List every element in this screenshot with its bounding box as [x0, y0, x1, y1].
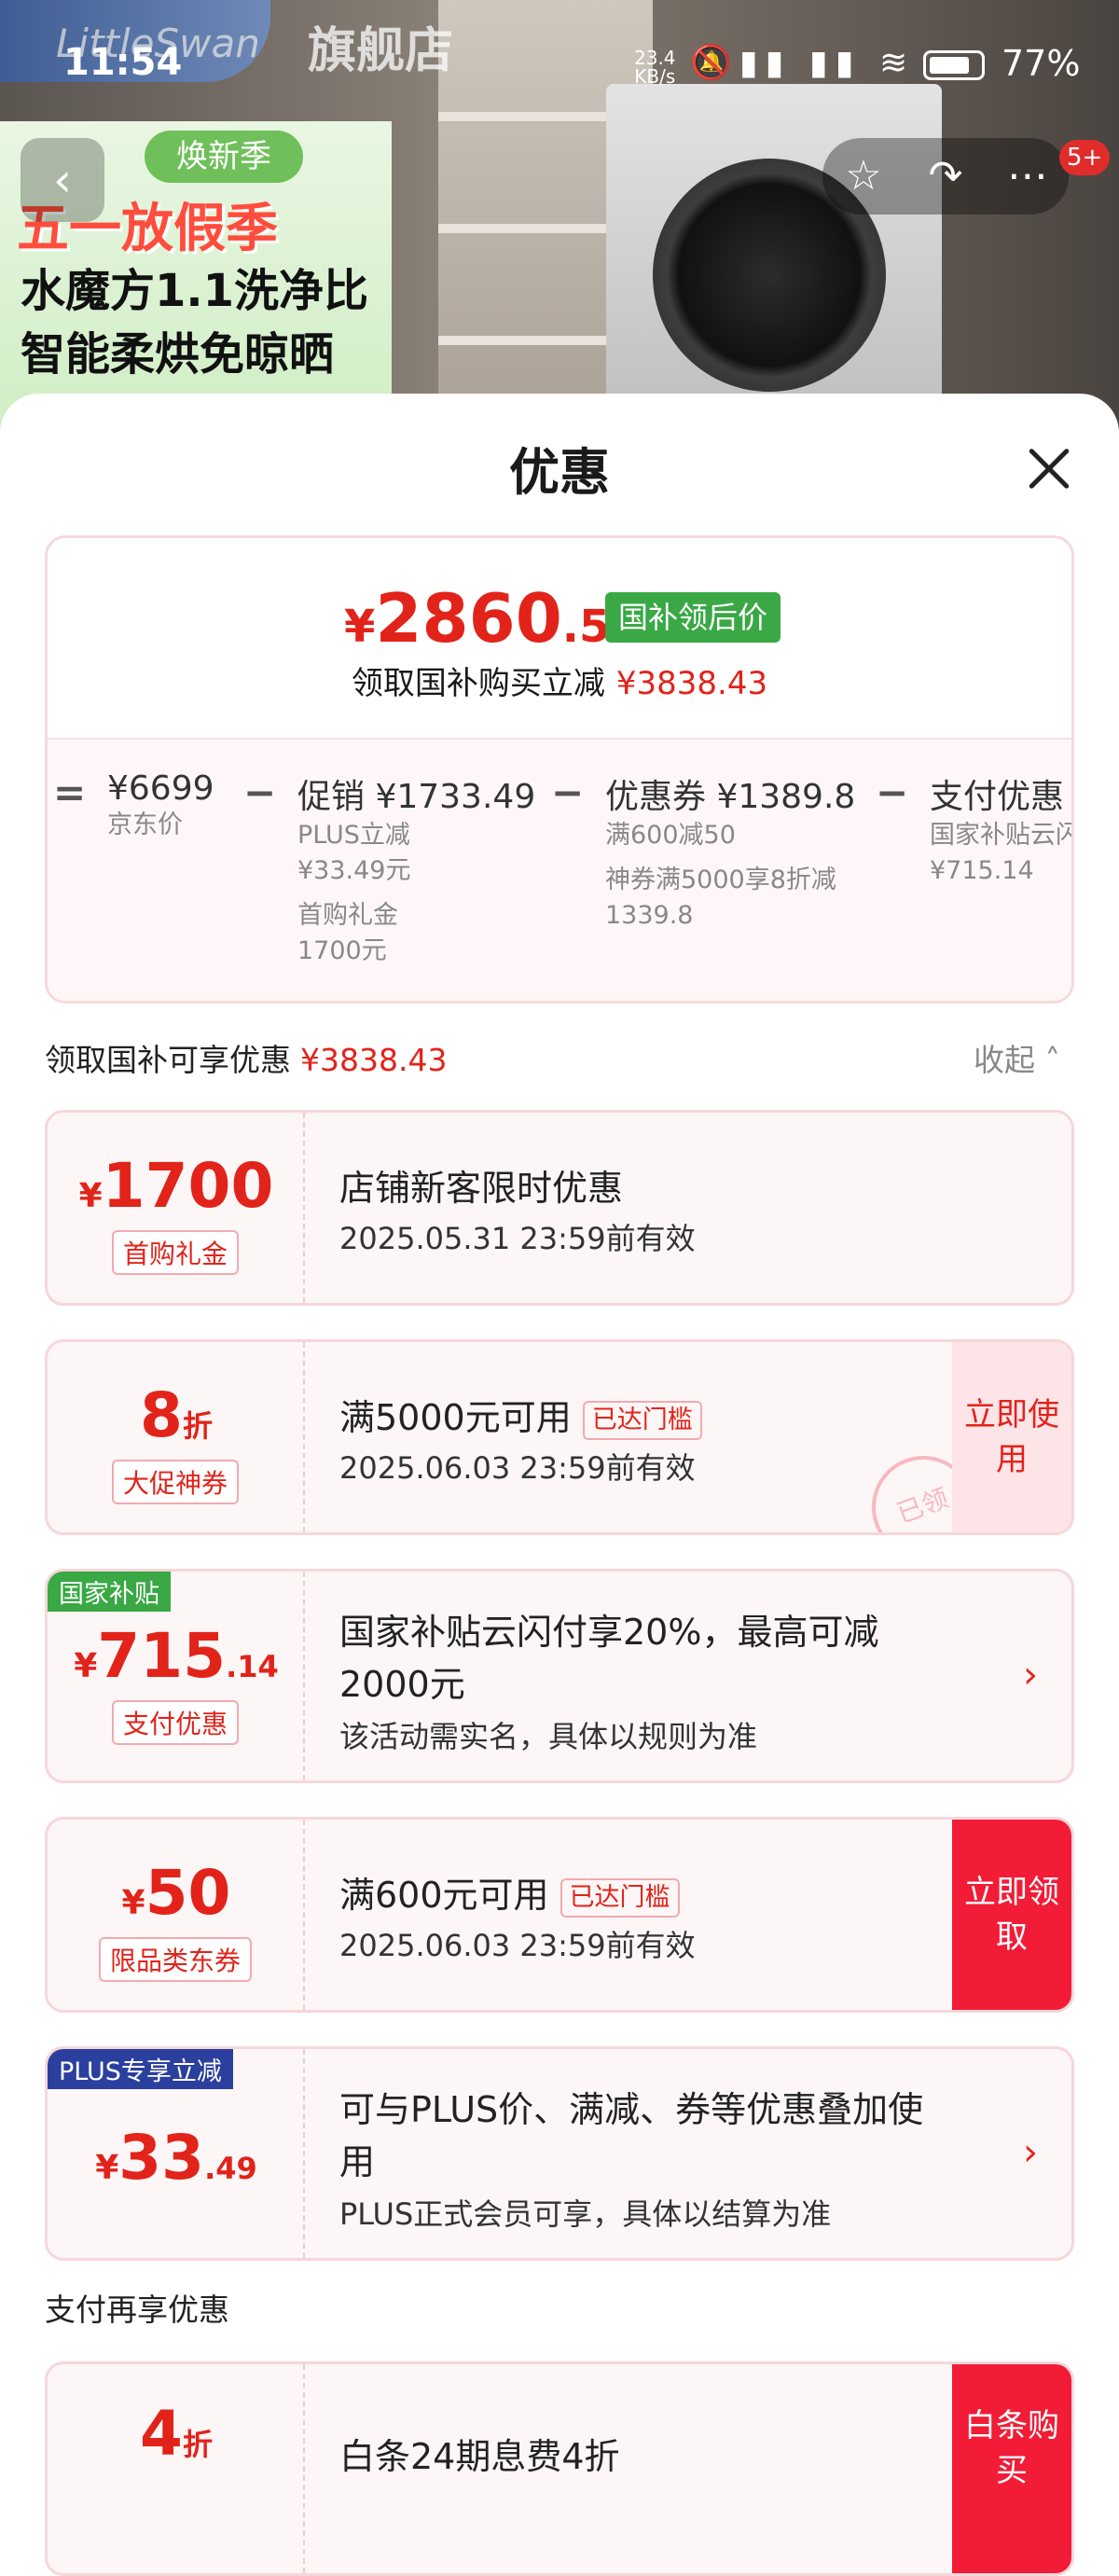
coupon-value: ¥33.49: [95, 2122, 257, 2194]
calc-op: −: [243, 769, 277, 815]
calc-item-coupon: 优惠券 ¥1389.8 满600减50 神券满5000享8折减 1339.8: [605, 778, 856, 930]
coupon-title-line2: 用: [339, 2141, 376, 2182]
coupon-type: 大促神券: [111, 1460, 240, 1504]
coupon-value: 4折: [140, 2398, 213, 2470]
coupon-value-area: ¥50 限品类东券: [48, 1820, 305, 2010]
battery-percent: 77%: [1002, 43, 1081, 84]
section-gov-subsidy: 领取国补可享优惠 ¥3838.43: [45, 1042, 448, 1078]
battery-icon: [923, 50, 985, 80]
close-icon[interactable]: [1016, 436, 1082, 502]
coupon-value-area: 8折 大促神券: [48, 1342, 305, 1532]
coupon-type: 支付优惠: [111, 1700, 240, 1745]
chevron-right-icon[interactable]: ›: [1023, 1654, 1038, 1697]
banner-line-1: 水魔方1.1洗净比: [21, 265, 369, 317]
coupon-value-area: 4折: [48, 2364, 305, 2573]
price-calculation: = ¥6699 京东价 − 促销 ¥1733.49 PLUS立减 ¥33.49元…: [48, 769, 1074, 993]
banner-line-2: 智能柔烘免晾晒: [21, 328, 335, 381]
signal-icons: 🔕▮▮ ▮▮ ≋: [690, 44, 916, 82]
discount-sheet: 优惠 ¥2860.57 国补领后价 领取国补购买立减 ¥3838.43 = ¥66…: [0, 394, 1119, 2576]
coupon-value-area: ¥1700 首购礼金: [48, 1113, 305, 1303]
nav-actions: ☆ ↷ ⋯: [822, 138, 1069, 215]
coupon-expiry: 2025.06.03 23:59前有效: [339, 1928, 696, 1963]
status-bar: 11:54 23.4 KB/s 🔕▮▮ ▮▮ ≋ 77%: [0, 0, 1119, 131]
chevron-left-icon: ‹: [53, 153, 72, 207]
calc-item-payment: 支付优惠 ¥ 国家补贴云闪 ¥715.14: [930, 778, 1074, 885]
final-price: ¥2860.57: [344, 579, 642, 658]
coupon-card-first-purchase[interactable]: ¥1700 首购礼金 店铺新客限时优惠 2025.05.31 23:59前有效: [45, 1110, 1074, 1306]
section-pay-extra: 支付再享优惠: [45, 2292, 229, 2328]
chevron-up-icon: ˄: [1044, 1042, 1061, 1078]
collapse-button[interactable]: 收起 ˄: [974, 1035, 1060, 1080]
coupon-title: 可与PLUS价、满减、券等优惠叠加使: [339, 2089, 924, 2130]
coupon-value: ¥1700: [78, 1150, 274, 1222]
summary-calc-area: = ¥6699 京东价 − 促销 ¥1733.49 PLUS立减 ¥33.49元…: [48, 738, 1074, 1001]
coupon-card-baitiao[interactable]: 4折 白条24期息费4折 白条购买: [45, 2361, 1074, 2576]
chevron-right-icon[interactable]: ›: [1023, 2131, 1038, 2174]
coupon-value: 8折: [140, 1379, 213, 1451]
calc-op: =: [53, 769, 87, 815]
calc-item-promotion: 促销 ¥1733.49 PLUS立减 ¥33.49元 首购礼金 1700元: [297, 778, 536, 965]
price-summary-card: ¥2860.57 国补领后价 领取国补购买立减 ¥3838.43 = ¥6699 …: [45, 535, 1074, 1004]
more-icon[interactable]: ⋯: [987, 138, 1069, 215]
coupon-type: 限品类东券: [98, 1937, 253, 1982]
claim-now-button[interactable]: 立即领取: [952, 1820, 1071, 2010]
coupon-title-line2: 2000元: [339, 1664, 465, 1705]
coupon-card-plus[interactable]: PLUS专享立减 ¥33.49 可与PLUS价、满减、券等优惠叠加使 用 PLU…: [45, 2046, 1074, 2261]
back-button[interactable]: ‹: [21, 138, 104, 222]
baitiao-buy-button[interactable]: 白条购买: [952, 2364, 1071, 2573]
price-tag: 国补领后价: [605, 592, 781, 643]
message-badge: 5+: [1059, 140, 1111, 175]
net-speed: 23.4 KB/s: [634, 47, 676, 88]
coupon-card-discount[interactable]: 8折 大促神券 满5000元可用 已达门槛 2025.06.03 23:59前有效…: [45, 1339, 1074, 1535]
coupon-note: 该活动需实名，具体以规则为准: [339, 1719, 758, 1754]
share-icon[interactable]: ↷: [905, 138, 987, 215]
banner-tag: 焕新季: [145, 131, 303, 183]
coupon-note: PLUS正式会员可享，具体以结算为准: [339, 2196, 832, 2232]
coupon-title: 店铺新客限时优惠: [339, 1168, 624, 1209]
coupon-card-gov-subsidy[interactable]: 国家补贴 ¥715.14 支付优惠 国家补贴云闪付享20%，最高可减 2000元…: [45, 1569, 1074, 1783]
favorite-star-icon[interactable]: ☆: [822, 138, 905, 215]
coupon-title: 满600元可用 已达门槛: [339, 1866, 680, 1918]
coupon-value-area: ¥33.49: [48, 2049, 305, 2258]
calc-op: −: [551, 769, 585, 815]
coupon-title: 国家补贴云闪付享20%，最高可减: [339, 1612, 879, 1653]
sheet-title: 优惠: [509, 443, 610, 502]
coupon-card-category[interactable]: ¥50 限品类东券 满600元可用 已达门槛 2025.06.03 23:59前有…: [45, 1817, 1074, 2013]
coupon-title: 白条24期息费4折: [339, 2436, 620, 2477]
threshold-tag: 已达门槛: [582, 1400, 702, 1440]
coupon-value: ¥715.14: [74, 1620, 279, 1692]
calc-op: −: [876, 769, 909, 815]
use-now-button[interactable]: 立即使用: [952, 1342, 1071, 1532]
threshold-tag: 已达门槛: [560, 1877, 680, 1918]
coupon-value: ¥50: [121, 1857, 231, 1929]
save-line: 领取国补购买立减 ¥3838.43: [351, 665, 768, 702]
coupon-type: 首购礼金: [111, 1230, 240, 1275]
summary-top: ¥2860.57 国补领后价 领取国补购买立减 ¥3838.43: [48, 538, 1071, 738]
coupon-expiry: 2025.05.31 23:59前有效: [339, 1221, 696, 1256]
status-time: 11:54: [63, 41, 183, 84]
calc-item-jd-price: ¥6699 京东价: [107, 769, 214, 839]
coupon-title: 满5000元可用 已达门槛: [339, 1389, 702, 1440]
coupon-value-area: ¥715.14 支付优惠: [48, 1572, 305, 1780]
coupon-expiry: 2025.06.03 23:59前有效: [339, 1450, 696, 1486]
